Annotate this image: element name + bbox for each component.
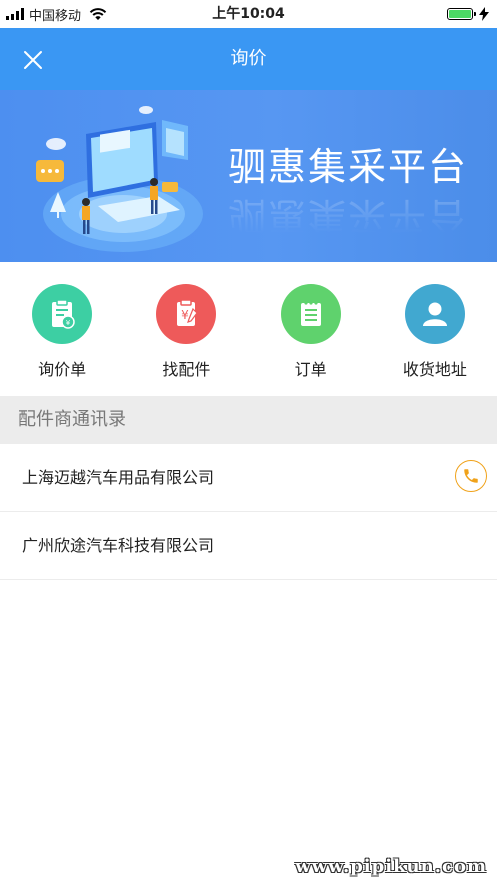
quick-menu: ¥ 询价单 ¥ 找配件 订单 收货地址 xyxy=(0,262,497,396)
watermark: www.pipikun.com xyxy=(295,856,487,877)
find-parts-icon: ¥ xyxy=(156,284,217,344)
status-bar-left: 中国移动 xyxy=(6,0,107,28)
wifi-icon xyxy=(89,8,107,20)
status-bar-right xyxy=(447,0,489,28)
banner-title-reflection: 驷惠集采平台 xyxy=(228,194,469,236)
inquiry-form-icon: ¥ xyxy=(32,284,93,344)
phone-icon xyxy=(464,469,478,483)
cellular-signal-icon xyxy=(6,8,24,20)
svg-text:¥: ¥ xyxy=(66,319,71,327)
quick-menu-address[interactable]: 收货地址 xyxy=(373,262,497,396)
list-item[interactable]: 广州欣途汽车科技有限公司 xyxy=(0,512,497,580)
platform-illustration xyxy=(36,106,203,252)
carrier-name: 中国移动 xyxy=(29,8,82,24)
charging-bolt-icon xyxy=(479,7,489,21)
section-title: 配件商通讯录 xyxy=(18,409,126,430)
status-bar: 中国移动 上午10:04 xyxy=(0,0,497,28)
order-list-icon xyxy=(280,284,341,344)
supplier-name: 上海迈越汽车用品有限公司 xyxy=(22,468,215,487)
quick-menu-label: 收货地址 xyxy=(402,360,467,379)
quick-menu-find-parts[interactable]: ¥ 找配件 xyxy=(124,262,248,396)
nav-bar: 询价 xyxy=(0,28,497,90)
quick-menu-label: 询价单 xyxy=(38,360,87,379)
quick-menu-orders[interactable]: 订单 xyxy=(249,262,373,396)
user-address-icon xyxy=(404,284,465,344)
banner: 驷惠集采平台 驷惠集采平台 xyxy=(0,90,497,262)
svg-text:¥: ¥ xyxy=(182,308,190,322)
supplier-list: 上海迈越汽车用品有限公司 广州欣途汽车科技有限公司 xyxy=(0,444,497,580)
page-title: 询价 xyxy=(230,48,267,69)
quick-menu-inquiry[interactable]: ¥ 询价单 xyxy=(0,262,124,396)
list-item[interactable]: 上海迈越汽车用品有限公司 xyxy=(0,444,497,512)
quick-menu-label: 找配件 xyxy=(162,360,211,379)
banner-title: 驷惠集采平台 xyxy=(228,147,469,189)
section-header: 配件商通讯录 xyxy=(0,396,497,444)
battery-icon xyxy=(447,8,476,20)
call-button[interactable] xyxy=(455,460,487,492)
quick-menu-label: 订单 xyxy=(294,360,327,379)
supplier-name: 广州欣途汽车科技有限公司 xyxy=(22,536,215,555)
